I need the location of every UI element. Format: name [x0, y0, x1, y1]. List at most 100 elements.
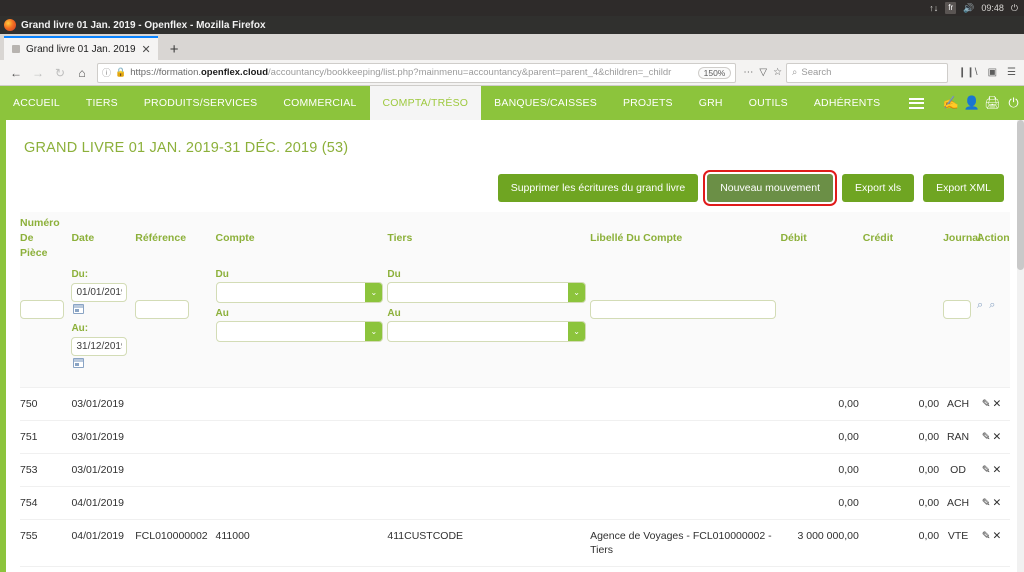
- search-bar[interactable]: ⌕ Search: [786, 62, 949, 83]
- calendar-icon[interactable]: [73, 358, 85, 368]
- edit-icon[interactable]: ✎: [982, 529, 991, 543]
- tab-strip: Grand livre 01 Jan. 2019 ✕ +: [0, 34, 1024, 60]
- zoom-level-indicator[interactable]: 150%: [697, 66, 732, 79]
- col-header-libelle[interactable]: Libellé Du Compte: [590, 212, 780, 265]
- table-row[interactable]: 754 04/01/2019 0,00 0,00 ACH ✎ ✕: [20, 486, 1010, 520]
- site-info-icon[interactable]: ⓘ: [102, 66, 111, 79]
- nav-item-commercial[interactable]: COMMERCIAL: [270, 86, 369, 120]
- cell-numero[interactable]: 750: [20, 388, 71, 421]
- col-header-debit[interactable]: Débit: [780, 212, 862, 265]
- col-header-reference[interactable]: Référence: [135, 212, 215, 265]
- filter-compte-au-label: Au: [215, 308, 229, 319]
- nav-item-tiers[interactable]: TIERS: [73, 86, 131, 120]
- table-row[interactable]: 751 03/01/2019 0,00 0,00 RAN ✎ ✕: [20, 420, 1010, 454]
- new-tab-button[interactable]: +: [158, 42, 189, 60]
- reload-icon[interactable]: ↻: [50, 63, 70, 83]
- browser-tab[interactable]: Grand livre 01 Jan. 2019 ✕: [4, 36, 158, 60]
- nav-item-outils[interactable]: OUTILS: [736, 86, 801, 120]
- export-xls-button[interactable]: Export xls: [842, 174, 915, 202]
- filter-tiers-du-value: [388, 283, 568, 302]
- nav-more-menu-icon[interactable]: [893, 86, 940, 120]
- cell-numero[interactable]: 754: [20, 487, 71, 520]
- url-bar[interactable]: ⓘ 🔒 https://formation.openflex.cloud/acc…: [97, 62, 737, 83]
- cell-numero[interactable]: 751: [20, 421, 71, 454]
- filter-tiers-au-select[interactable]: ⌄: [387, 321, 587, 342]
- edit-icon[interactable]: ✎: [982, 430, 991, 444]
- col-header-numero[interactable]: Numéro De Pièce: [20, 212, 71, 265]
- col-header-tiers[interactable]: Tiers: [387, 212, 590, 265]
- keyboard-layout-indicator[interactable]: fr: [945, 2, 957, 14]
- hamburger-menu-icon[interactable]: ☰: [1005, 67, 1018, 78]
- cell-numero[interactable]: 755: [20, 567, 71, 572]
- page-content: GRAND LIVRE 01 JAN. 2019-31 DÉC. 2019 (5…: [6, 120, 1024, 572]
- col-header-journal[interactable]: Journal: [943, 212, 981, 265]
- delete-ledger-entries-button[interactable]: Supprimer les écritures du grand livre: [497, 174, 699, 202]
- search-filter-icon[interactable]: ⌕: [977, 299, 983, 312]
- reader-mode-icon[interactable]: ▽: [757, 67, 769, 78]
- calendar-icon[interactable]: [73, 304, 85, 314]
- nav-item-projets[interactable]: PROJETS: [610, 86, 686, 120]
- filter-date-du-input[interactable]: [71, 283, 128, 302]
- export-xml-button[interactable]: Export XML: [923, 174, 1004, 202]
- table-row[interactable]: 753 03/01/2019 0,00 0,00 OD ✎ ✕: [20, 453, 1010, 487]
- scrollbar-thumb[interactable]: [1017, 120, 1024, 270]
- filter-date-au-input[interactable]: [71, 337, 128, 356]
- delete-icon[interactable]: ✕: [993, 431, 1002, 443]
- url-scheme: https://formation.: [130, 67, 201, 78]
- filter-action-icons: ⌕ ⌕: [977, 299, 1006, 312]
- table-row[interactable]: 755 04/01/2019 FCL010000002 411000 411CU…: [20, 519, 1010, 567]
- volume-icon[interactable]: 🔊: [963, 3, 974, 13]
- filter-libelle-input[interactable]: [590, 300, 777, 319]
- filter-journal-input[interactable]: [943, 300, 972, 319]
- user-icon[interactable]: 👤: [961, 86, 982, 120]
- library-icon[interactable]: ❙❙\: [956, 67, 980, 78]
- col-header-credit[interactable]: Crédit: [863, 212, 943, 265]
- palette-icon[interactable]: ✍: [940, 86, 961, 120]
- network-icon[interactable]: ↑↓: [929, 3, 938, 13]
- cell-debit: 0,00: [838, 431, 859, 443]
- filter-numero-input[interactable]: [20, 300, 64, 319]
- filter-compte-au-select[interactable]: ⌄: [215, 321, 384, 342]
- close-tab-icon[interactable]: ✕: [142, 43, 151, 56]
- edit-icon[interactable]: ✎: [982, 397, 991, 411]
- cell-numero[interactable]: 755: [20, 520, 71, 567]
- sidebar-icon[interactable]: ▣: [986, 67, 999, 78]
- filter-compte-du-select[interactable]: ⌄: [215, 282, 384, 303]
- edit-icon[interactable]: ✎: [982, 463, 991, 477]
- system-menu-icon[interactable]: ⏻: [1011, 3, 1018, 13]
- cell-debit: 0,00: [838, 398, 859, 410]
- bookmark-star-icon[interactable]: ☆: [771, 67, 784, 78]
- printer-icon[interactable]: 🖨: [982, 86, 1003, 120]
- delete-icon[interactable]: ✕: [993, 398, 1002, 410]
- delete-icon[interactable]: ✕: [993, 530, 1002, 542]
- nav-item-compta-treso[interactable]: COMPTA/TRÉSO: [369, 86, 482, 120]
- filter-reference-input[interactable]: [135, 300, 190, 319]
- power-icon[interactable]: ⏻: [1003, 86, 1024, 120]
- nav-item-accueil[interactable]: ACCUEIL: [0, 86, 73, 120]
- table-row[interactable]: 755 04/01/2019 FCL010000002 707000 Agenc…: [20, 566, 1010, 572]
- filter-tiers-du-select[interactable]: ⌄: [387, 282, 587, 303]
- cell-actions: ✎✕: [977, 567, 1010, 572]
- page-scrollbar[interactable]: [1017, 120, 1024, 572]
- nav-item-grh[interactable]: GRH: [686, 86, 736, 120]
- col-header-date[interactable]: Date: [71, 212, 135, 265]
- table-row[interactable]: 750 03/01/2019 0,00 0,00 ACH ✎ ✕: [20, 387, 1010, 421]
- reset-filter-icon[interactable]: ⌕: [989, 299, 995, 312]
- forward-icon[interactable]: →: [28, 63, 48, 83]
- col-header-compte[interactable]: Compte: [216, 212, 388, 265]
- nav-item-banques-caisses[interactable]: BANQUES/CAISSES: [481, 86, 610, 120]
- page-actions-icon[interactable]: ⋯: [741, 67, 755, 78]
- back-icon[interactable]: ←: [6, 63, 26, 83]
- home-icon[interactable]: ⌂: [72, 63, 92, 83]
- clock[interactable]: 09:48: [981, 3, 1004, 13]
- filter-cell-tiers: Du ⌄ Au ⌄: [387, 265, 591, 388]
- delete-icon[interactable]: ✕: [993, 497, 1002, 509]
- edit-icon[interactable]: ✎: [982, 496, 991, 510]
- cell-numero[interactable]: 753: [20, 454, 71, 487]
- delete-icon[interactable]: ✕: [993, 464, 1002, 476]
- cell-credit: 0,00: [918, 398, 940, 410]
- nav-item-adherents[interactable]: ADHÉRENTS: [801, 86, 894, 120]
- new-movement-button[interactable]: Nouveau mouvement: [703, 170, 838, 206]
- cell-compte: [216, 421, 388, 454]
- nav-item-produits-services[interactable]: PRODUITS/SERVICES: [131, 86, 270, 120]
